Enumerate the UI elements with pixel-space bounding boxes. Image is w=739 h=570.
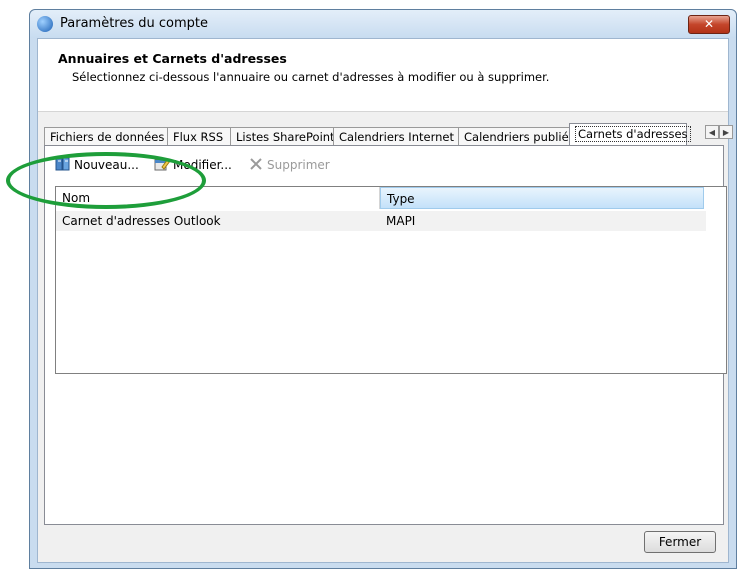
tab-data-files[interactable]: Fichiers de données xyxy=(44,127,168,145)
table-row[interactable]: Carnet d'adresses Outlook MAPI xyxy=(56,211,706,231)
header-title: Annuaires et Carnets d'adresses xyxy=(58,51,287,66)
new-button-label: Nouveau... xyxy=(74,158,139,172)
title-bar: Paramètres du compte ✕ xyxy=(30,10,736,38)
edit-properties-icon xyxy=(154,158,170,171)
tab-sharepoint-lists[interactable]: Listes SharePoint xyxy=(230,127,335,145)
column-header-type[interactable]: Type xyxy=(380,187,704,209)
address-book-list[interactable]: Nom Type Carnet d'adresses Outlook MAPI xyxy=(55,186,727,374)
tab-scroll-left-icon[interactable]: ◀ xyxy=(705,125,719,139)
delete-button[interactable]: Supprimer xyxy=(248,156,330,174)
address-books-panel: Nouveau... Modifier... Supprimer Nom Typ… xyxy=(44,145,727,525)
delete-x-icon xyxy=(250,158,262,170)
header-subtitle: Sélectionnez ci-dessous l'annuaire ou ca… xyxy=(72,70,550,84)
address-book-icon xyxy=(55,157,70,171)
dialog-header: Annuaires et Carnets d'adresses Sélectio… xyxy=(38,39,728,112)
window-title: Paramètres du compte xyxy=(60,16,208,31)
account-settings-window: Paramètres du compte ✕ Annuaires et Carn… xyxy=(29,9,737,569)
list-header: Nom Type xyxy=(56,187,706,209)
tab-published-calendars[interactable]: Calendriers publiés xyxy=(458,127,575,145)
delete-button-label: Supprimer xyxy=(267,158,330,172)
tab-internet-calendars[interactable]: Calendriers Internet xyxy=(333,127,459,145)
column-header-name[interactable]: Nom xyxy=(56,187,380,209)
edit-button-label: Modifier... xyxy=(173,158,232,172)
tab-rss-feeds[interactable]: Flux RSS xyxy=(167,127,231,145)
dialog-body: Annuaires et Carnets d'adresses Sélectio… xyxy=(37,38,733,563)
row-name-cell: Carnet d'adresses Outlook xyxy=(62,214,221,228)
edit-button[interactable]: Modifier... xyxy=(154,156,232,174)
tab-scroll-right-icon[interactable]: ▶ xyxy=(719,125,733,139)
close-button-label: Fermer xyxy=(658,535,702,549)
row-type-cell: MAPI xyxy=(386,214,416,228)
new-button[interactable]: Nouveau... xyxy=(55,156,139,174)
outlook-app-icon xyxy=(37,16,53,32)
tab-address-books[interactable]: Carnets d'adresses xyxy=(569,123,691,146)
tab-strip: Fichiers de données Flux RSS Listes Shar… xyxy=(44,123,733,146)
close-window-button[interactable]: ✕ xyxy=(688,15,730,34)
close-button[interactable]: Fermer xyxy=(644,531,716,553)
